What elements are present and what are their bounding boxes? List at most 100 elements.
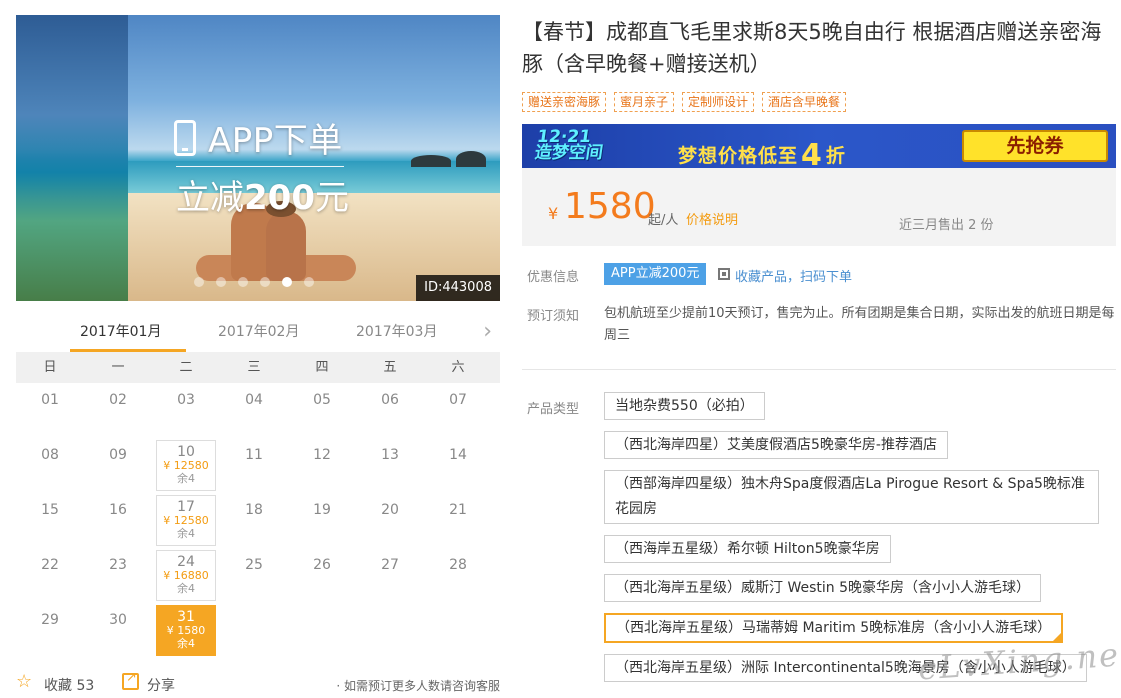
grab-coupon-button[interactable]: 先抢券 bbox=[962, 130, 1108, 162]
hero-promo-line2: 立减200元 bbox=[176, 170, 349, 219]
share-icon[interactable] bbox=[122, 670, 139, 690]
product-actions: ☆ 收藏 53 分享 · 如需预订更多人数请咨询客服 bbox=[16, 670, 500, 696]
product-id-tag: ID:443008 bbox=[416, 275, 500, 301]
calendar-day-available[interactable]: 24 ¥ 16880 余4 bbox=[156, 550, 216, 601]
calendar-day: 08 bbox=[16, 438, 84, 493]
scan-qr-link[interactable]: 收藏产品，扫码下单 bbox=[735, 266, 852, 285]
calendar-day: 05 bbox=[288, 383, 356, 438]
day-number: 06 bbox=[381, 392, 399, 408]
price-box: ¥ 1580 起/人 价格说明 近三月售出 2 份 bbox=[522, 168, 1116, 246]
price-unit: 起/人 bbox=[648, 213, 679, 228]
phone-icon bbox=[174, 119, 196, 156]
calendar-day: 15 bbox=[16, 493, 84, 548]
booking-notice: 包机航班至少提前10天预订，售完为止。所有团期是集合日期，实际出发的航班日期是每… bbox=[604, 306, 1115, 343]
banner-logo: 12·21 造梦空间 bbox=[533, 127, 606, 163]
hero-left-photo bbox=[16, 15, 128, 301]
day-number: 03 bbox=[177, 392, 195, 408]
calendar-day: 04 bbox=[220, 383, 288, 438]
day-number: 19 bbox=[313, 502, 331, 518]
day-number: 24 bbox=[177, 554, 195, 570]
calendar-day: 12 bbox=[288, 438, 356, 493]
product-type-option[interactable]: （西海岸五星级）希尔顿 Hilton5晚豪华房 bbox=[604, 535, 891, 563]
calendar-weekday-header: 日一二三四五六 bbox=[16, 352, 500, 383]
calendar-grid: 01 02 03 04 05 06 07 08 09 10 ¥ 12580 余4 11 12 13 14 15 1… bbox=[16, 383, 500, 658]
share-button[interactable]: 分享 bbox=[147, 675, 175, 695]
tab-month-2017-03[interactable]: 2017年03月 bbox=[356, 321, 437, 341]
day-number: 28 bbox=[449, 557, 467, 573]
date-calendar: 日一二三四五六 01 02 03 04 05 06 07 08 09 10 ¥ 12580 余4 11 1… bbox=[16, 352, 500, 658]
calendar-day: 01 bbox=[16, 383, 84, 438]
promo-banner[interactable]: 12·21 造梦空间 梦想价格低至 4 折 先抢券 bbox=[522, 124, 1116, 168]
weekday-header-cell: 三 bbox=[247, 360, 261, 375]
hero-island bbox=[411, 155, 451, 167]
day-number: 01 bbox=[41, 392, 59, 408]
product-title: 【春节】成都直飞毛里求斯8天5晚自由行 根据酒店赠送亲密海豚（含早晚餐+赠接送机… bbox=[522, 20, 1102, 76]
day-remaining: 余4 bbox=[177, 582, 195, 595]
day-number: 29 bbox=[41, 612, 59, 628]
carousel-dot[interactable] bbox=[282, 277, 292, 287]
day-number: 31 bbox=[177, 609, 195, 625]
weekday-header-cell: 四 bbox=[315, 360, 329, 375]
product-type-option[interactable]: （西北海岸五星级）马瑞蒂姆 Maritim 5晚标准房（含小小人游毛球） bbox=[604, 613, 1064, 643]
tab-month-2017-02[interactable]: 2017年02月 bbox=[218, 321, 299, 341]
carousel-dot[interactable] bbox=[238, 277, 248, 287]
day-number: 17 bbox=[177, 499, 195, 515]
hero-promo-text: APP下单 bbox=[208, 121, 343, 161]
calendar-day-available[interactable]: 31 ¥ 1580 余4 bbox=[156, 605, 216, 656]
calendar-day: 27 bbox=[356, 548, 424, 603]
calendar-day: 22 bbox=[16, 548, 84, 603]
calendar-day: 20 bbox=[356, 493, 424, 548]
calendar-day-available[interactable]: 10 ¥ 12580 余4 bbox=[156, 440, 216, 491]
banner-slogan: 梦想价格低至 4 折 bbox=[678, 135, 846, 168]
favorite-button[interactable]: 收藏 53 bbox=[44, 675, 94, 695]
hero-island bbox=[456, 151, 486, 167]
day-number: 11 bbox=[245, 447, 263, 463]
day-number: 23 bbox=[109, 557, 127, 573]
carousel-dot[interactable] bbox=[304, 277, 314, 287]
day-number: 20 bbox=[381, 502, 399, 518]
weekday-header-cell: 六 bbox=[451, 360, 465, 375]
calendar-day: 07 bbox=[424, 383, 492, 438]
currency-symbol: ¥ bbox=[548, 204, 559, 223]
notice-label: 预订须知 bbox=[527, 309, 580, 324]
price-explain-link[interactable]: 价格说明 bbox=[686, 209, 738, 228]
hero-promo-line1: APP下单 bbox=[174, 113, 343, 162]
product-tag: 定制师设计 bbox=[682, 92, 755, 112]
hero-promo-divider bbox=[176, 166, 344, 167]
qrcode-icon[interactable] bbox=[718, 268, 730, 280]
tab-month-2017-01[interactable]: 2017年01月 bbox=[80, 321, 161, 341]
star-icon[interactable]: ☆ bbox=[16, 673, 32, 691]
hero-image[interactable]: APP下单 立减200元 ID:443008 bbox=[16, 15, 500, 301]
calendar-day: 29 bbox=[16, 603, 84, 658]
carousel-dot[interactable] bbox=[216, 277, 226, 287]
calendar-day: 14 bbox=[424, 438, 492, 493]
calendar-day: 11 bbox=[220, 438, 288, 493]
day-number: 25 bbox=[245, 557, 263, 573]
calendar-day: 06 bbox=[356, 383, 424, 438]
carousel-dot[interactable] bbox=[260, 277, 270, 287]
chevron-right-icon[interactable]: › bbox=[483, 321, 492, 343]
weekday-header-cell: 日 bbox=[43, 360, 57, 375]
day-number: 02 bbox=[109, 392, 127, 408]
weekday-header-cell: 二 bbox=[179, 360, 193, 375]
weekday-header-cell: 五 bbox=[383, 360, 397, 375]
day-remaining: 余4 bbox=[177, 637, 195, 650]
product-type-option[interactable]: 当地杂费550（必拍） bbox=[604, 392, 765, 420]
banner-slogan-suffix: 折 bbox=[825, 145, 846, 167]
day-number: 13 bbox=[381, 447, 399, 463]
banner-slogan-text: 梦想价格低至 bbox=[678, 145, 799, 167]
calendar-day-available[interactable]: 17 ¥ 12580 余4 bbox=[156, 495, 216, 546]
discount-label: 优惠信息 bbox=[527, 270, 580, 285]
product-type-option[interactable]: （西北海岸四星）艾美度假酒店5晚豪华房-推荐酒店 bbox=[604, 431, 948, 459]
calendar-day: 03 bbox=[152, 383, 220, 438]
product-type-option[interactable]: （西北海岸五星级）威斯汀 Westin 5晚豪华房（含小小人游毛球） bbox=[604, 574, 1041, 602]
day-price: ¥ 12580 bbox=[163, 459, 209, 472]
day-remaining: 余4 bbox=[177, 527, 195, 540]
contact-service-note: · 如需预订更多人数请咨询客服 bbox=[336, 679, 500, 693]
day-price: ¥ 1580 bbox=[166, 624, 206, 637]
product-type-option[interactable]: （西部海岸四星级）独木舟Spa度假酒店La Pirogue Resort & S… bbox=[604, 470, 1099, 524]
banner-logo-line2: 造梦空间 bbox=[533, 143, 605, 163]
day-number: 09 bbox=[109, 447, 127, 463]
carousel-dot[interactable] bbox=[194, 277, 204, 287]
calendar-day: 30 bbox=[84, 603, 152, 658]
